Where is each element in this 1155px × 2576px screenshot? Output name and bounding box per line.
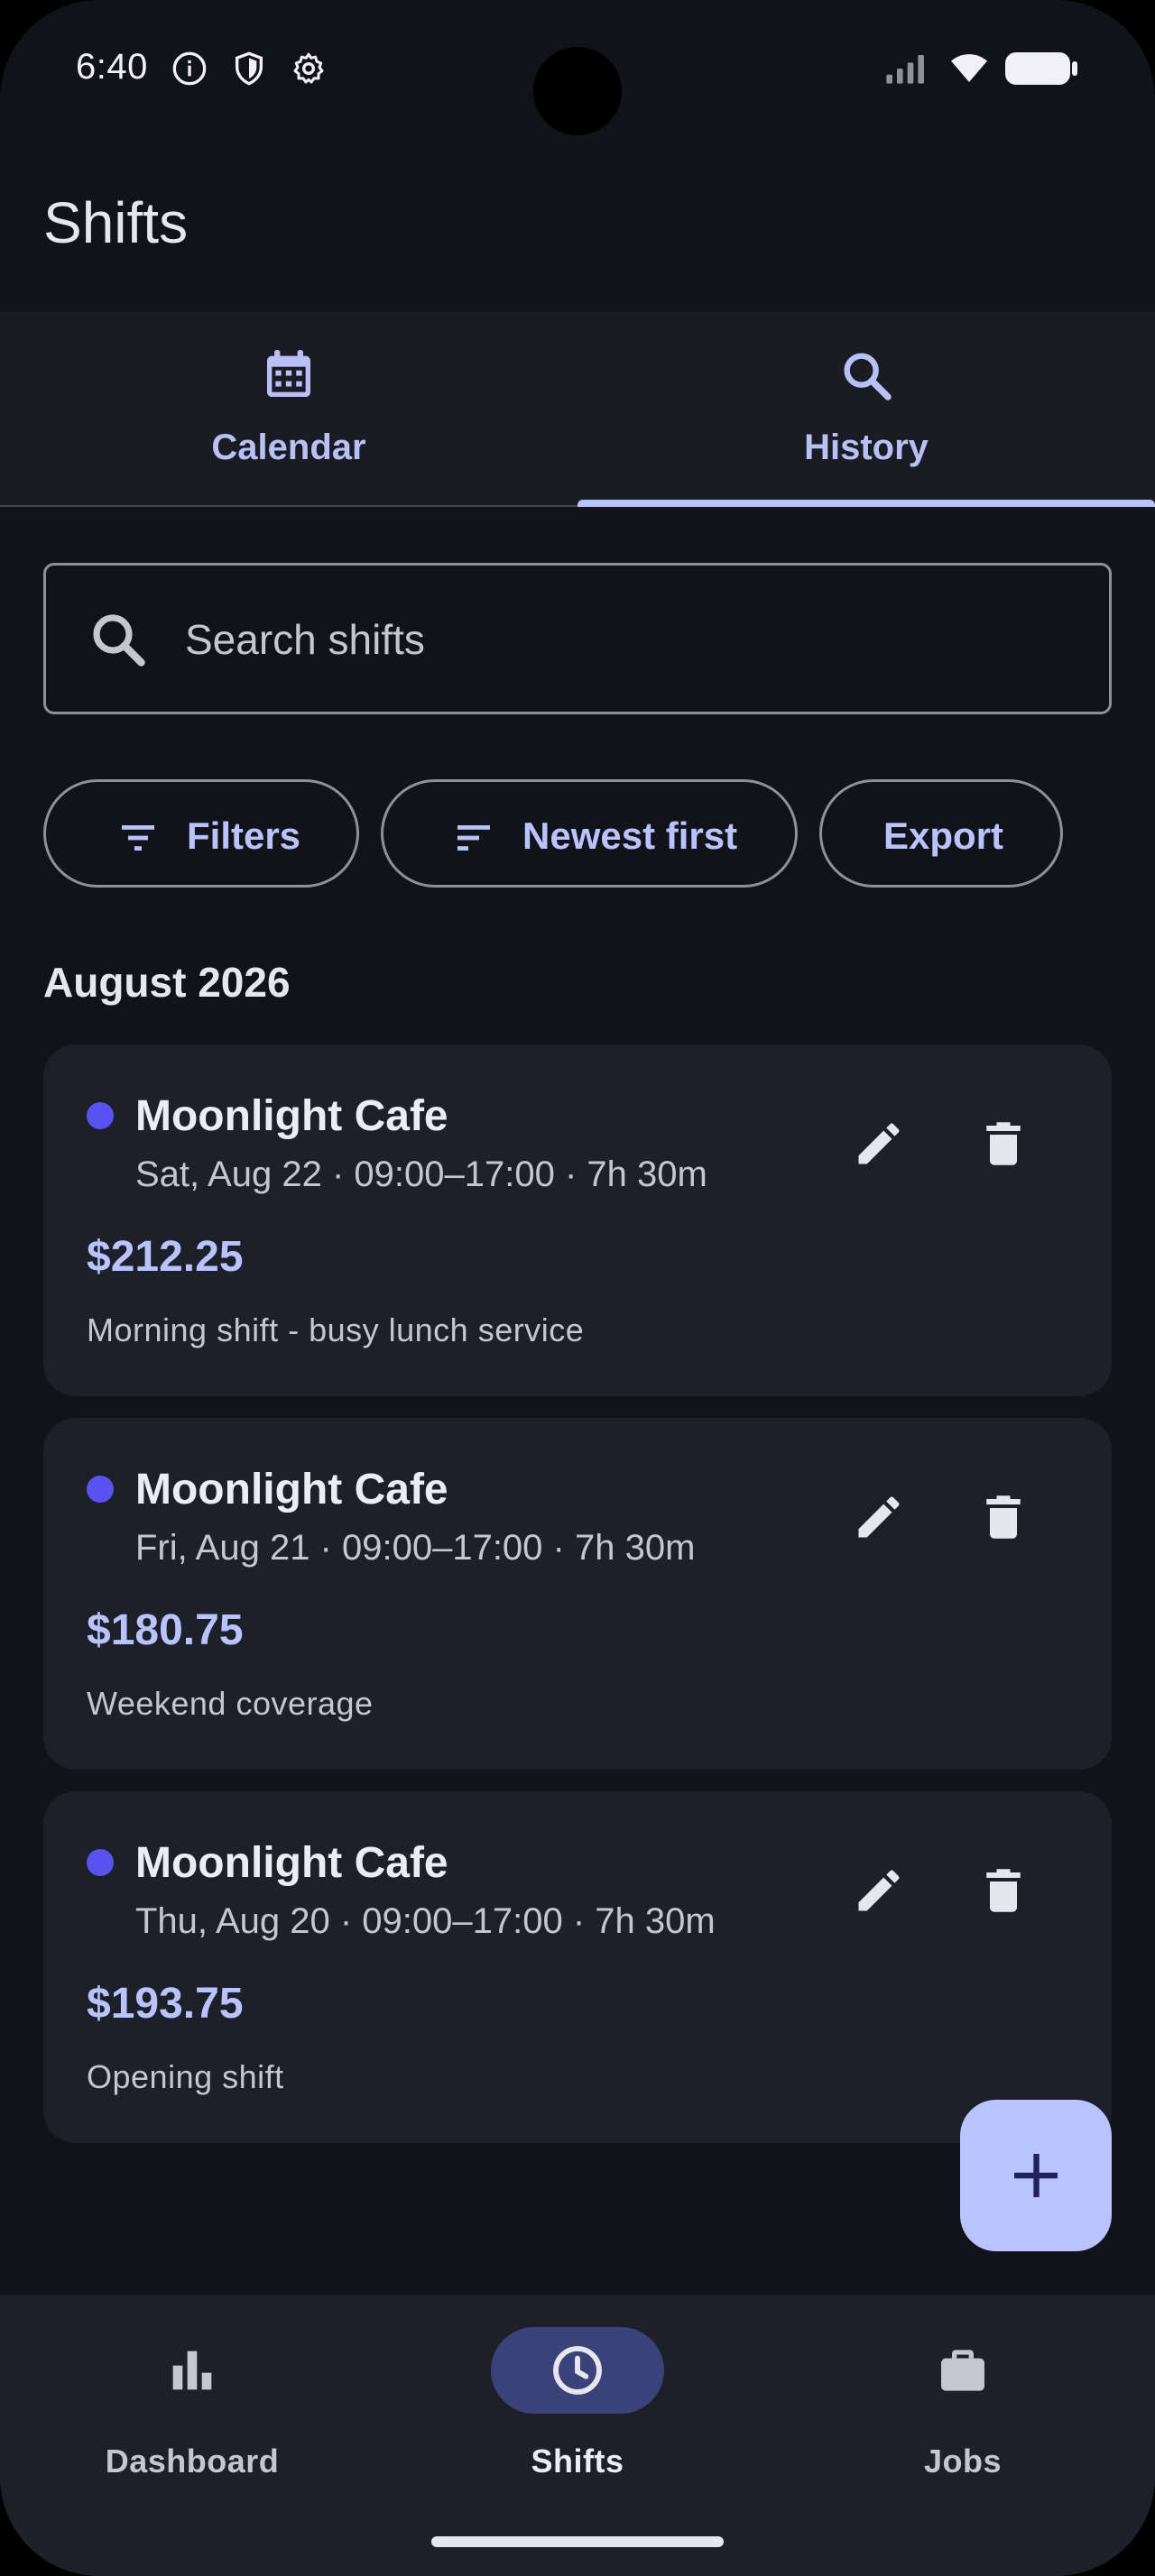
shift-card[interactable]: Moonlight Cafe Sat, Aug 22 · 09:00–17:00… xyxy=(43,1044,1112,1396)
signal-icon xyxy=(886,55,924,84)
export-label: Export xyxy=(883,814,1004,857)
job-name: Moonlight Cafe xyxy=(135,1466,448,1513)
tab-history-label: History xyxy=(804,428,929,467)
shift-card[interactable]: Moonlight Cafe Fri, Aug 21 · 09:00–17:00… xyxy=(43,1418,1112,1770)
job-color-dot xyxy=(87,1476,114,1503)
trash-icon xyxy=(986,1122,1021,1165)
job-color-dot xyxy=(87,1849,114,1876)
sort-button[interactable]: Newest first xyxy=(381,779,798,888)
settings-icon xyxy=(293,52,324,84)
tab-calendar[interactable]: Calendar xyxy=(0,312,578,507)
edit-button[interactable] xyxy=(834,1845,924,1936)
front-camera xyxy=(533,47,622,135)
job-color-dot xyxy=(87,1102,114,1129)
shift-amount: $193.75 xyxy=(87,1980,244,2028)
filter-icon xyxy=(122,825,154,851)
search-icon xyxy=(844,353,892,400)
edit-button[interactable] xyxy=(834,1099,924,1189)
nav-shifts-label: Shifts xyxy=(531,2443,624,2479)
shift-card[interactable]: Moonlight Cafe Thu, Aug 20 · 09:00–17:00… xyxy=(43,1791,1112,2143)
shield-icon xyxy=(236,51,263,86)
shift-meta: Fri, Aug 21 · 09:00–17:00 · 7h 30m xyxy=(135,1528,696,1568)
add-icon xyxy=(1014,2154,1058,2197)
filters-button[interactable]: Filters xyxy=(43,779,359,888)
bottom-navigation: Dashboard Shifts Jobs xyxy=(0,2295,1155,2576)
nav-dashboard-label: Dashboard xyxy=(105,2443,280,2479)
month-header: August 2026 xyxy=(43,959,291,1006)
search-input[interactable] xyxy=(185,593,1051,686)
job-name: Moonlight Cafe xyxy=(135,1092,448,1140)
add-shift-button[interactable] xyxy=(960,2100,1112,2251)
sort-label: Newest first xyxy=(522,814,738,857)
sort-icon xyxy=(457,825,490,851)
pencil-icon xyxy=(858,1496,900,1538)
tab-indicator xyxy=(578,500,1155,507)
shift-note: Weekend coverage xyxy=(87,1685,374,1722)
search-icon xyxy=(93,614,145,667)
tab-calendar-label: Calendar xyxy=(211,428,366,467)
delete-button[interactable] xyxy=(958,1845,1049,1936)
edit-button[interactable] xyxy=(834,1472,924,1562)
trash-icon xyxy=(986,1495,1021,1539)
shift-note: Morning shift - busy lunch service xyxy=(87,1311,585,1348)
info-icon xyxy=(172,51,207,86)
filters-label: Filters xyxy=(187,814,301,857)
home-indicator[interactable] xyxy=(431,2536,724,2547)
shift-note: Opening shift xyxy=(87,2058,284,2095)
nav-dashboard[interactable]: Dashboard xyxy=(0,2295,384,2511)
shift-amount: $180.75 xyxy=(87,1606,244,1654)
tab-bar: Calendar History xyxy=(0,312,1155,507)
trash-icon xyxy=(986,1869,1021,1912)
delete-button[interactable] xyxy=(958,1099,1049,1189)
status-time: 6:40 xyxy=(76,47,148,87)
briefcase-icon xyxy=(941,2350,984,2391)
nav-shifts[interactable]: Shifts xyxy=(384,2295,771,2511)
phone-screen: 6:40 Shifts Calendar History Search shif… xyxy=(0,0,1155,2576)
page-title: Shifts xyxy=(43,190,189,255)
shift-amount: $212.25 xyxy=(87,1233,244,1281)
tab-history[interactable]: History xyxy=(578,312,1155,507)
shift-meta: Sat, Aug 22 · 09:00–17:00 · 7h 30m xyxy=(135,1155,707,1194)
shift-meta: Thu, Aug 20 · 09:00–17:00 · 7h 30m xyxy=(135,1901,716,1941)
wifi-icon xyxy=(951,54,987,82)
export-button[interactable]: Export xyxy=(819,779,1063,888)
job-name: Moonlight Cafe xyxy=(135,1839,448,1887)
nav-jobs-label: Jobs xyxy=(923,2443,1003,2479)
delete-button[interactable] xyxy=(958,1472,1049,1562)
battery-icon xyxy=(1005,52,1077,85)
pencil-icon xyxy=(858,1123,900,1164)
bar-chart-icon xyxy=(172,2351,212,2390)
calendar-icon xyxy=(267,350,310,397)
clock-icon xyxy=(553,2346,602,2395)
pencil-icon xyxy=(858,1870,900,1911)
nav-jobs[interactable]: Jobs xyxy=(771,2295,1155,2511)
search-field[interactable] xyxy=(43,563,1112,714)
status-bar: 6:40 xyxy=(0,0,1155,144)
